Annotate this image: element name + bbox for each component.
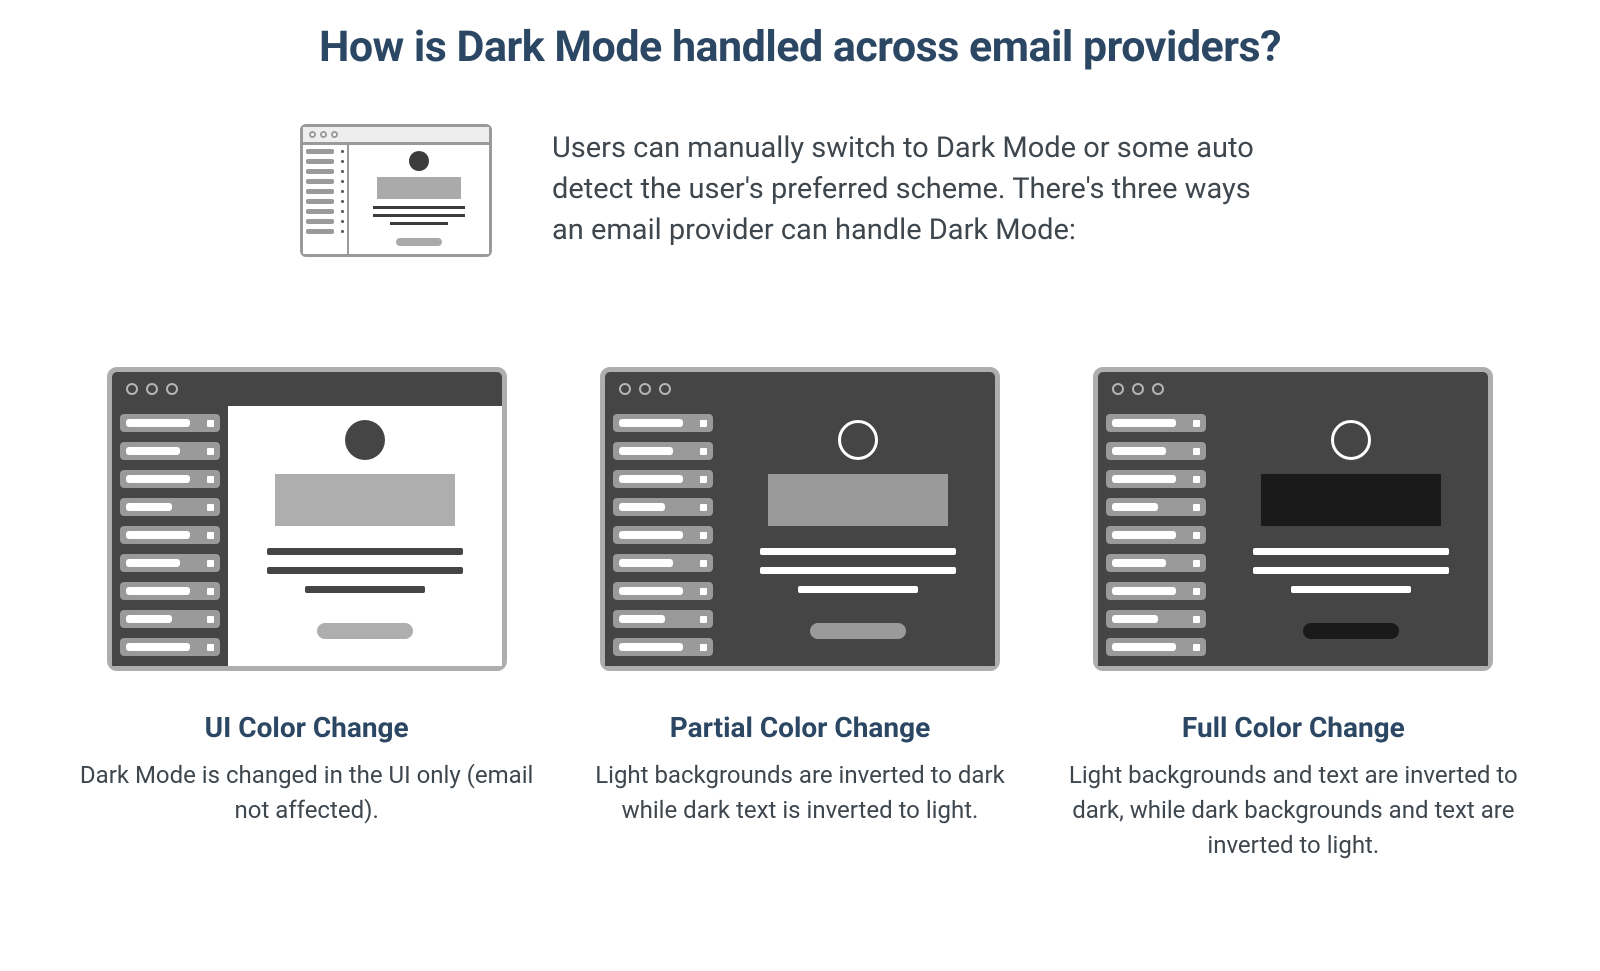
titlebar <box>112 372 502 406</box>
email-sidebar <box>112 406 228 666</box>
traffic-light-icon <box>126 383 138 395</box>
button-pill-icon <box>810 623 906 639</box>
column-ui-color-change: UI Color Change Dark Mode is changed in … <box>70 367 543 862</box>
traffic-light-icon <box>619 383 631 395</box>
intro-row: Users can manually switch to Dark Mode o… <box>300 124 1530 257</box>
avatar-icon <box>345 420 385 460</box>
browser-icon <box>600 367 1000 671</box>
text-line-icon <box>390 222 448 225</box>
column-title: Partial Color Change <box>563 711 1036 744</box>
column-title: Full Color Change <box>1057 711 1530 744</box>
browser-icon <box>1093 367 1493 671</box>
avatar-icon <box>409 151 429 171</box>
text-line-icon <box>760 548 956 555</box>
column-desc: Dark Mode is changed in the UI only (ema… <box>77 758 537 828</box>
text-line-icon <box>1253 567 1449 574</box>
email-pane-dark <box>1214 406 1488 666</box>
intro-text: Users can manually switch to Dark Mode o… <box>552 128 1272 252</box>
traffic-light-icon <box>166 383 178 395</box>
email-sidebar <box>605 406 721 666</box>
titlebar <box>1098 372 1488 406</box>
traffic-light-icon <box>639 383 651 395</box>
traffic-light-icon <box>331 131 338 138</box>
column-full-color-change: Full Color Change Light backgrounds and … <box>1057 367 1530 862</box>
button-pill-icon <box>317 623 413 639</box>
column-desc: Light backgrounds are inverted to dark w… <box>570 758 1030 828</box>
traffic-light-icon <box>1112 383 1124 395</box>
text-line-icon <box>1291 586 1411 593</box>
text-line-icon <box>267 548 463 555</box>
text-line-icon <box>760 567 956 574</box>
hero-block-icon <box>1261 474 1441 526</box>
text-line-icon <box>1253 548 1449 555</box>
text-line-icon <box>373 206 465 209</box>
text-line-icon <box>798 586 918 593</box>
email-pane-dark <box>721 406 995 666</box>
column-title: UI Color Change <box>70 711 543 744</box>
avatar-icon <box>838 420 878 460</box>
traffic-light-icon <box>1132 383 1144 395</box>
traffic-light-icon <box>320 131 327 138</box>
email-pane-light <box>228 406 502 666</box>
hero-block-icon <box>768 474 948 526</box>
avatar-icon <box>1331 420 1371 460</box>
column-partial-color-change: Partial Color Change Light backgrounds a… <box>563 367 1036 862</box>
text-line-icon <box>267 567 463 574</box>
traffic-light-icon <box>309 131 316 138</box>
hero-block-icon <box>377 177 461 199</box>
mini-titlebar <box>303 127 489 145</box>
browser-icon <box>107 367 507 671</box>
traffic-light-icon <box>1152 383 1164 395</box>
mini-email-pane <box>349 145 489 254</box>
mini-browser-icon <box>300 124 492 257</box>
text-line-icon <box>373 214 465 217</box>
examples-row: UI Color Change Dark Mode is changed in … <box>70 367 1530 862</box>
intro-illustration <box>300 124 492 257</box>
traffic-light-icon <box>659 383 671 395</box>
mini-sidebar <box>303 145 349 254</box>
hero-block-icon <box>275 474 455 526</box>
traffic-light-icon <box>146 383 158 395</box>
email-sidebar <box>1098 406 1214 666</box>
text-line-icon <box>305 586 425 593</box>
button-pill-icon <box>396 238 442 246</box>
titlebar <box>605 372 995 406</box>
button-pill-icon <box>1303 623 1399 639</box>
page-title: How is Dark Mode handled across email pr… <box>70 22 1530 72</box>
column-desc: Light backgrounds and text are inverted … <box>1063 758 1523 862</box>
